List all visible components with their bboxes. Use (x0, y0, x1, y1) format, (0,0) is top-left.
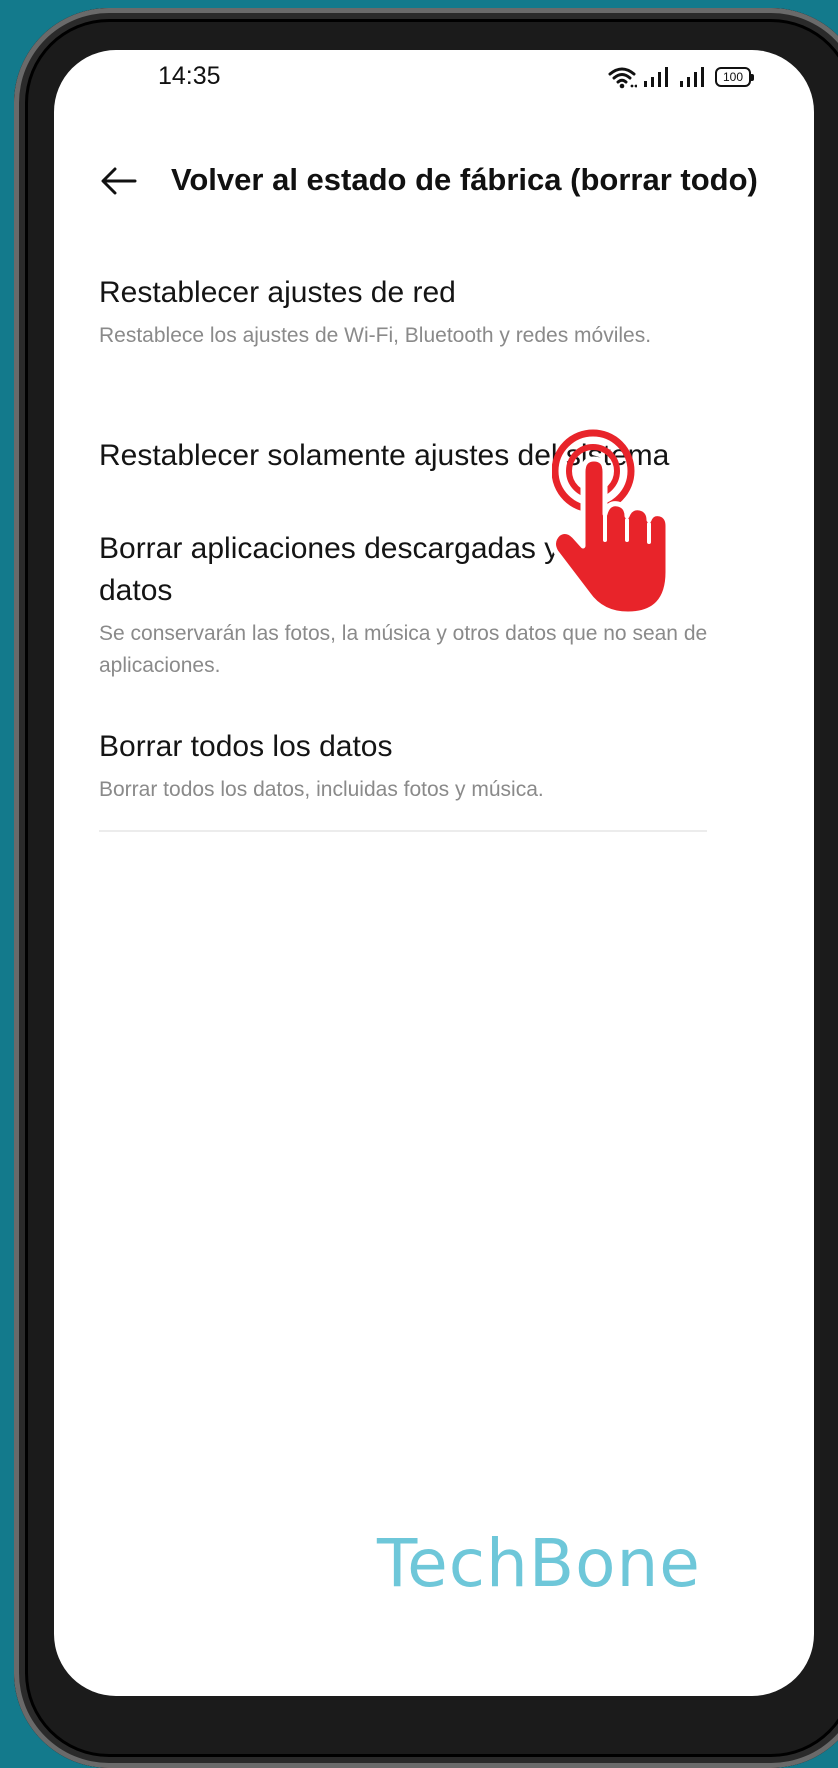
item-subtitle: Borrar todos los datos, incluidas fotos … (99, 778, 544, 801)
status-icons: 100 (607, 64, 754, 90)
back-button[interactable] (94, 158, 144, 208)
signal-icon (643, 66, 673, 88)
page-title: Volver al estado de fábrica (borrar todo… (171, 162, 758, 197)
watermark: TechBone (377, 1525, 701, 1602)
status-bar: 14:35 100 (54, 50, 814, 120)
wifi-icon (607, 65, 637, 89)
signal-icon (679, 66, 709, 88)
item-title: Borrar todos los datos (99, 730, 393, 763)
reset-network-settings-item[interactable]: Restablecer ajustes de red Restablece lo… (99, 272, 719, 352)
header: Volver al estado de fábrica (borrar todo… (54, 150, 814, 230)
tap-hand-icon (550, 428, 682, 618)
erase-all-data-item[interactable]: Borrar todos los datos Borrar todos los … (99, 726, 719, 806)
item-title: Restablecer ajustes de red (99, 276, 456, 309)
screen: 14:35 100 Volver al estado de fábrica (b… (54, 50, 814, 1696)
item-subtitle: Restablece los ajustes de Wi-Fi, Bluetoo… (99, 324, 652, 347)
divider (99, 830, 707, 832)
arrow-left-icon (99, 166, 139, 201)
battery-icon: 100 (715, 67, 754, 87)
status-time: 14:35 (158, 62, 221, 90)
item-subtitle: Se conservarán las fotos, la música y ot… (99, 622, 708, 677)
